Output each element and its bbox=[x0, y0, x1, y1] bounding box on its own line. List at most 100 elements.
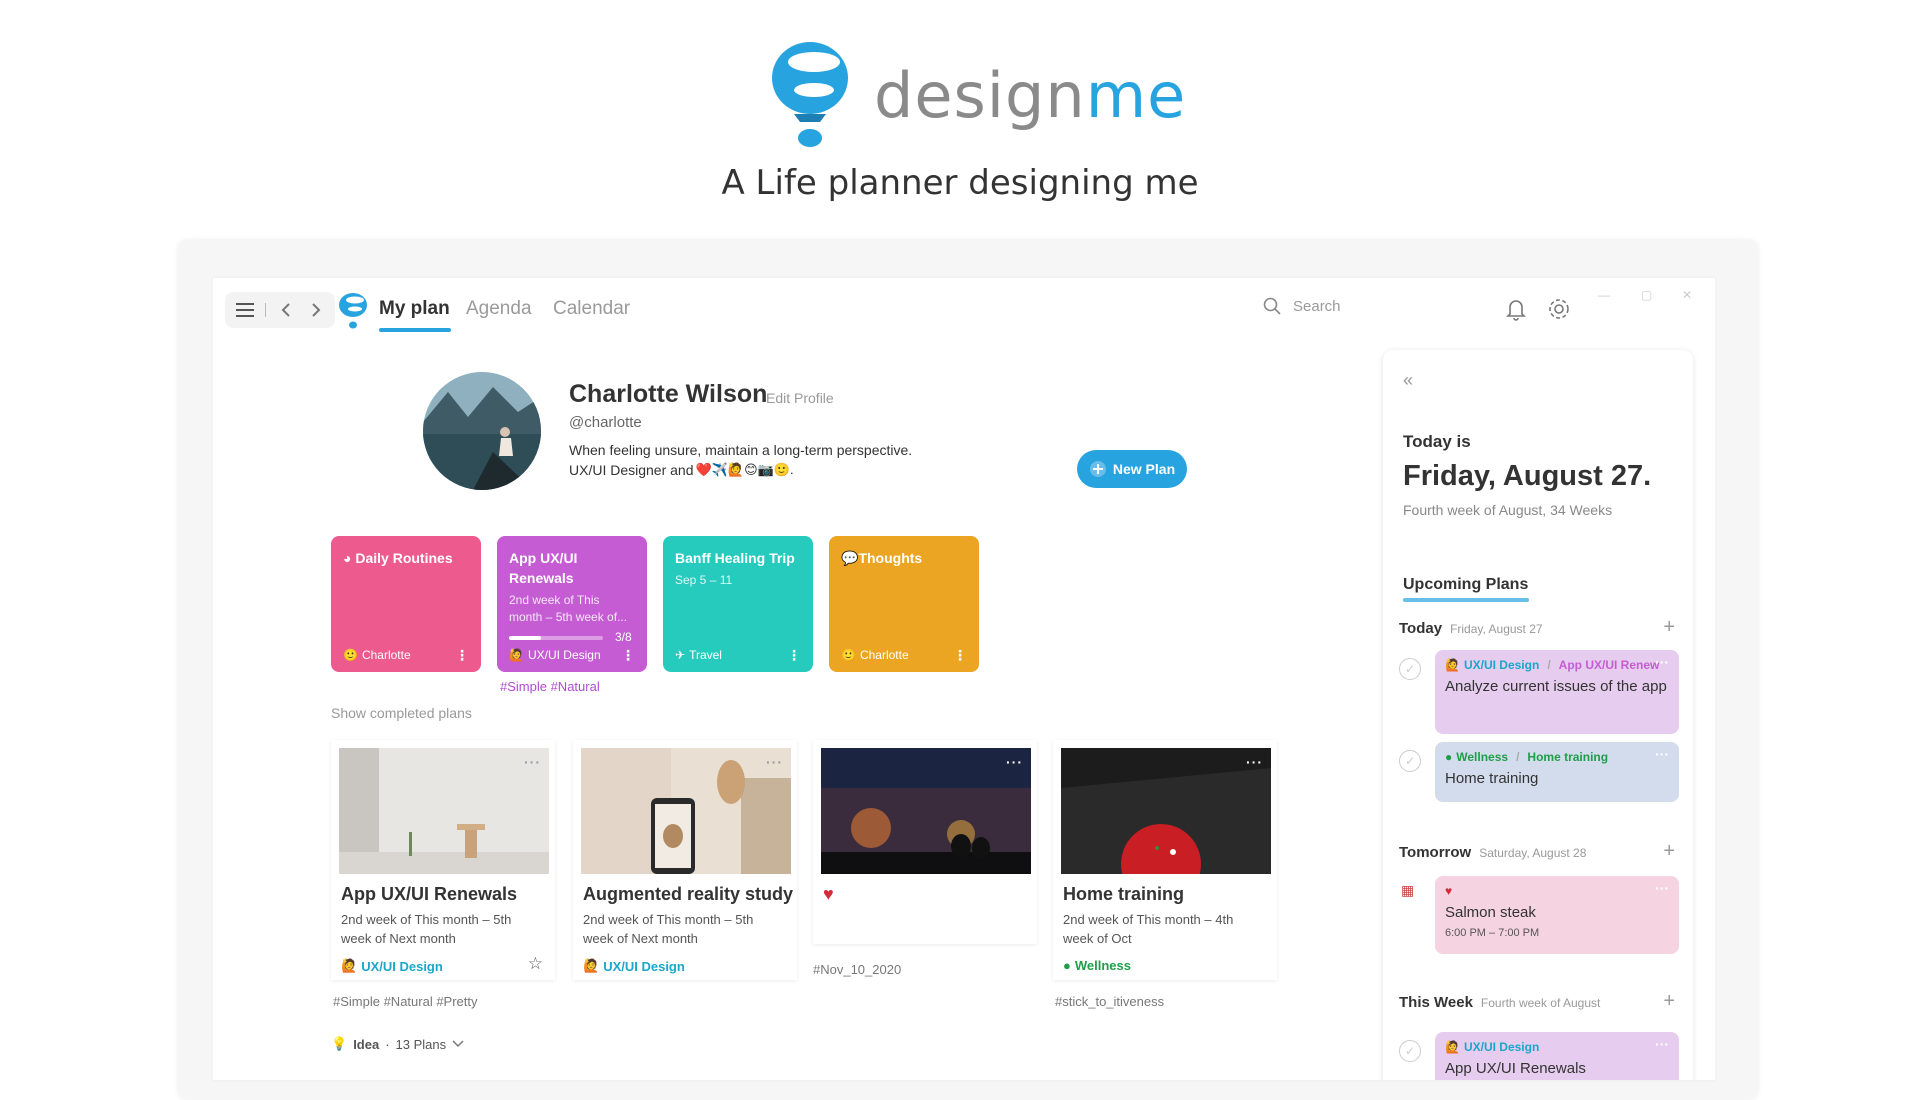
progress-bar bbox=[509, 636, 603, 640]
image-card-home-training[interactable]: ··· Home training 2nd week of This month… bbox=[1053, 740, 1277, 980]
show-completed-link[interactable]: Show completed plans bbox=[331, 705, 472, 721]
section-this-week: This Week Fourth week of August bbox=[1399, 994, 1600, 1011]
more-icon[interactable]: ··· bbox=[1655, 1036, 1669, 1052]
plan-card-banff[interactable]: Banff Healing Trip Sep 5 – 11 ✈ Travel ⋮ bbox=[663, 536, 813, 672]
plan-card-app-uxui[interactable]: App UX/UI Renewals 2nd week of This mont… bbox=[497, 536, 647, 672]
profile-bio: When feeling unsure, maintain a long-ter… bbox=[569, 442, 913, 458]
active-tab-indicator bbox=[379, 328, 451, 332]
breadcrumb-separator: / bbox=[1547, 658, 1551, 672]
more-icon[interactable]: ··· bbox=[1006, 754, 1023, 770]
task-category: ● Wellness / Home training bbox=[1445, 750, 1669, 764]
plan-tags[interactable]: #Simple #Natural #Pretty bbox=[333, 994, 478, 1009]
task-card[interactable]: 🙋 UX/UI Design / App UX/UI Renew Analyze cu… bbox=[1435, 650, 1679, 734]
idea-group-toggle[interactable]: 💡 Idea · 13 Plans bbox=[331, 1036, 464, 1052]
add-icon[interactable]: + bbox=[1663, 840, 1675, 863]
task-card[interactable]: ♥ Salmon steak 6:00 PM – 7:00 PM ··· bbox=[1435, 876, 1679, 954]
task-time: 6:00 PM – 7:00 PM bbox=[1445, 927, 1540, 939]
plan-card-daily-routines[interactable]: ◕ Daily Routines 🙂 Charlotte ⋮ bbox=[331, 536, 481, 672]
section-date: Fourth week of August bbox=[1480, 996, 1601, 1010]
back-icon[interactable] bbox=[276, 300, 296, 320]
more-icon[interactable]: ⋮ bbox=[455, 647, 469, 664]
task-category: 🙋 UX/UI Design bbox=[1445, 1040, 1669, 1054]
leaf-icon: ● bbox=[1445, 750, 1453, 764]
search-placeholder: Search bbox=[1293, 297, 1341, 315]
avatar-emoji-icon: 🙂 bbox=[841, 648, 856, 662]
more-icon[interactable]: ··· bbox=[1246, 754, 1263, 770]
tab-agenda[interactable]: Agenda bbox=[466, 298, 532, 320]
plan-cover-image bbox=[821, 748, 1031, 874]
plan-card-owner: 🙂 Charlotte bbox=[343, 648, 411, 662]
app-logo-icon[interactable] bbox=[338, 292, 368, 330]
bio-text: UX/UI Designer and bbox=[569, 462, 694, 478]
collapse-panel-icon[interactable]: « bbox=[1403, 370, 1413, 391]
bell-icon[interactable] bbox=[1503, 296, 1529, 322]
plan-category-name: UX/UI Design bbox=[603, 958, 685, 974]
more-icon[interactable]: ··· bbox=[1655, 880, 1669, 896]
top-bar: My plan Agenda Calendar Search — ▢ ✕ bbox=[213, 278, 1715, 342]
forward-icon[interactable] bbox=[306, 300, 326, 320]
task-title: Salmon steak bbox=[1445, 904, 1536, 921]
more-icon[interactable]: ··· bbox=[1655, 746, 1669, 762]
image-card-ar-study[interactable]: ··· Augmented reality study 2nd week of … bbox=[573, 740, 797, 980]
task-checkbox[interactable]: ✓ bbox=[1399, 1040, 1421, 1062]
more-icon[interactable]: ⋮ bbox=[621, 647, 635, 664]
more-icon[interactable]: ··· bbox=[524, 754, 541, 770]
today-label: Today is bbox=[1403, 432, 1471, 451]
task-title: App UX/UI Renewals bbox=[1445, 1060, 1586, 1077]
upcoming-plans-title: Upcoming Plans bbox=[1403, 576, 1529, 593]
task-checkbox[interactable]: ✓ bbox=[1399, 658, 1421, 680]
section-date: Friday, August 27 bbox=[1450, 622, 1543, 636]
new-plan-button[interactable]: New Plan bbox=[1077, 450, 1187, 488]
task-category: 🙋 UX/UI Design / App UX/UI Renew bbox=[1445, 658, 1669, 672]
image-card-night-city[interactable]: ··· ♥ bbox=[813, 740, 1037, 944]
today-week: Fourth week of August, 34 Weeks bbox=[1403, 502, 1613, 518]
plan-card-period: 2nd week of This month – 5th week of... bbox=[509, 593, 628, 624]
more-icon[interactable]: ⋮ bbox=[953, 647, 967, 664]
add-icon[interactable]: + bbox=[1663, 616, 1675, 639]
add-icon[interactable]: + bbox=[1663, 990, 1675, 1013]
plan-period: 2nd week of This month – 5th week of Nex… bbox=[341, 912, 512, 946]
task-card[interactable]: 🙋 UX/UI Design App UX/UI Renewals ··· bbox=[1435, 1032, 1679, 1080]
speech-bubble-icon: 💬 bbox=[841, 550, 859, 566]
plan-period: 2nd week of This month – 4th week of Oct bbox=[1063, 912, 1234, 946]
star-icon[interactable]: ☆ bbox=[528, 954, 543, 974]
profile-bio-line2: UX/UI Designer and ❤️✈️🙋😊📷🙂. bbox=[569, 462, 794, 478]
edit-profile-link[interactable]: Edit Profile bbox=[766, 390, 834, 406]
plane-icon: ✈ bbox=[675, 648, 686, 662]
section-tomorrow: Tomorrow Saturday, August 28 bbox=[1399, 844, 1586, 861]
plan-tags[interactable]: #Nov_10_2020 bbox=[813, 962, 901, 977]
plan-cover-image bbox=[581, 748, 791, 874]
more-icon[interactable]: ··· bbox=[766, 754, 783, 770]
tab-calendar[interactable]: Calendar bbox=[553, 298, 630, 320]
task-category-name: UX/UI Design bbox=[1463, 1040, 1540, 1054]
plan-card-category-name: UX/UI Design bbox=[527, 648, 601, 662]
image-card-app-uxui[interactable]: ··· App UX/UI Renewals 2nd week of This … bbox=[331, 740, 555, 980]
plan-tags[interactable]: #Simple #Natural bbox=[500, 679, 600, 694]
more-icon[interactable]: ··· bbox=[1655, 654, 1669, 670]
tab-my-plan[interactable]: My plan bbox=[379, 298, 450, 320]
plan-card-category: ✈ Travel bbox=[675, 648, 722, 662]
gear-icon[interactable] bbox=[1546, 296, 1572, 322]
plan-card-thoughts[interactable]: 💬Thoughts 🙂 Charlotte ⋮ bbox=[829, 536, 979, 672]
tagline: A Life planner designing me bbox=[721, 163, 1199, 203]
chevron-down-icon bbox=[452, 1040, 464, 1048]
task-card[interactable]: ● Wellness / Home training Home training ··… bbox=[1435, 742, 1679, 802]
plan-tags[interactable]: #stick_to_itiveness bbox=[1055, 994, 1164, 1009]
restore-icon[interactable]: ▢ bbox=[1641, 288, 1655, 302]
avatar[interactable] bbox=[423, 372, 541, 490]
menu-icon[interactable] bbox=[235, 300, 255, 320]
heart-icon: ♥ bbox=[823, 884, 834, 904]
search-input[interactable]: Search bbox=[1263, 297, 1341, 315]
profile-handle: @charlotte bbox=[569, 414, 642, 431]
task-checkbox[interactable]: ✓ bbox=[1399, 750, 1421, 772]
plan-title: Home training bbox=[1063, 884, 1185, 904]
avatar-emoji-icon: 🙂 bbox=[343, 648, 358, 662]
balloon-logo-icon bbox=[772, 42, 848, 147]
idea-count: 13 Plans bbox=[395, 1036, 447, 1052]
task-plan-name: Home training bbox=[1527, 750, 1609, 764]
close-icon[interactable]: ✕ bbox=[1682, 288, 1696, 302]
task-title: Home training bbox=[1445, 770, 1539, 787]
plan-card-title: Banff Healing Trip bbox=[675, 550, 795, 566]
more-icon[interactable]: ⋮ bbox=[787, 647, 801, 664]
minimize-icon[interactable]: — bbox=[1598, 288, 1612, 302]
